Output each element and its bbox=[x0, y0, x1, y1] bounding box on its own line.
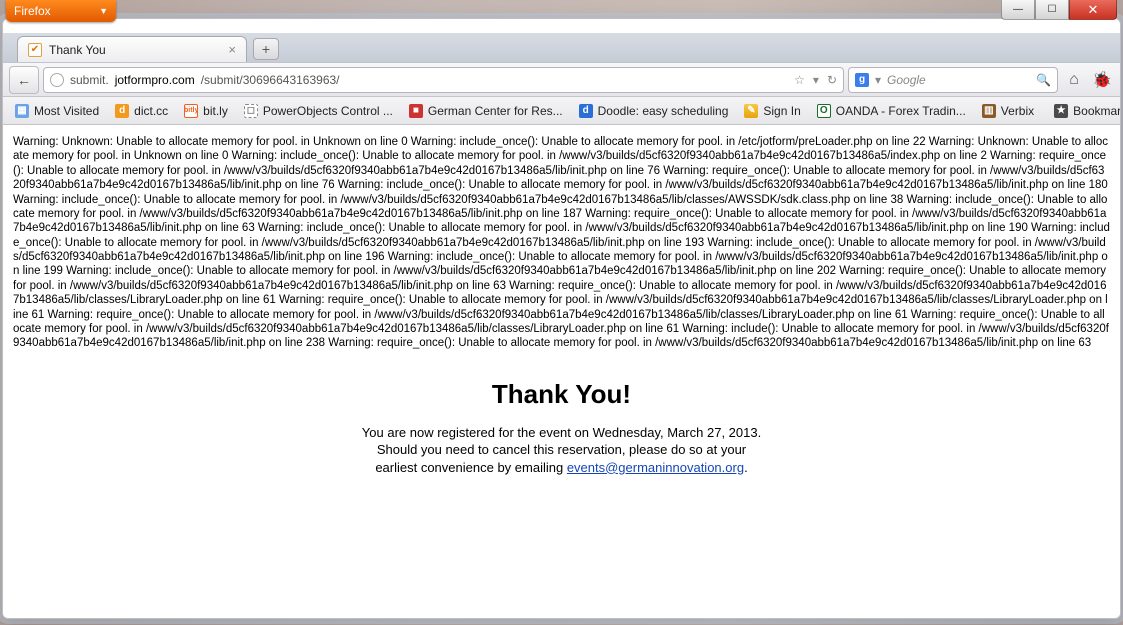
maximize-icon: ☐ bbox=[1048, 4, 1057, 15]
contact-email-link[interactable]: events@germaninnovation.org bbox=[567, 460, 744, 475]
bookmark-label: bit.ly bbox=[203, 104, 228, 118]
globe-icon bbox=[50, 73, 64, 87]
reload-button[interactable]: ↻ bbox=[827, 73, 837, 87]
msg-line-2: Should you need to cancel this reservati… bbox=[377, 442, 746, 457]
bookmark-sign-in[interactable]: ✎ Sign In bbox=[738, 101, 806, 121]
browser-window: ✔ Thank You × + ← submit. jotformpro.com /… bbox=[2, 18, 1121, 619]
home-button[interactable]: ⌂ bbox=[1062, 68, 1086, 92]
titlebar-spacer bbox=[3, 19, 1120, 33]
window-controls: — ☐ ✕ bbox=[1001, 0, 1117, 20]
firefox-menu-label: Firefox bbox=[14, 4, 51, 18]
firefox-menu-button[interactable]: Firefox ▼ bbox=[6, 0, 116, 22]
bookmark-label: PowerObjects Control ... bbox=[263, 104, 393, 118]
tab-favicon: ✔ bbox=[28, 43, 42, 57]
php-warning-text: Warning: Unknown: Unable to allocate mem… bbox=[13, 135, 1110, 351]
back-button[interactable]: ← bbox=[9, 66, 39, 94]
arrow-left-icon: ← bbox=[17, 72, 31, 88]
window-close-button[interactable]: ✕ bbox=[1069, 0, 1117, 20]
url-host: jotformpro.com bbox=[115, 73, 195, 87]
window-maximize-button[interactable]: ☐ bbox=[1035, 0, 1069, 20]
search-engine-dropdown[interactable]: ▾ bbox=[875, 73, 881, 87]
bookmark-label: dict.cc bbox=[134, 104, 168, 118]
plus-icon: + bbox=[262, 41, 270, 57]
bookmark-label: Most Visited bbox=[34, 104, 99, 118]
doodle-icon: d bbox=[579, 104, 593, 118]
bitly-icon: bitly bbox=[184, 104, 198, 118]
url-dropdown-button[interactable]: ▾ bbox=[813, 73, 819, 87]
bookmark-german-center[interactable]: ■ German Center for Res... bbox=[403, 101, 569, 121]
search-submit-button[interactable]: 🔍 bbox=[1036, 73, 1051, 87]
bookmark-most-visited[interactable]: ▦ Most Visited bbox=[9, 101, 105, 121]
url-right-controls: ☆ ▾ ↻ bbox=[794, 73, 837, 87]
msg-line-1: You are now registered for the event on … bbox=[362, 425, 761, 440]
bookmark-bookmarks-menu[interactable]: ★ Bookmarks bbox=[1048, 101, 1120, 121]
bookmark-label: Sign In bbox=[763, 104, 800, 118]
tab-thank-you[interactable]: ✔ Thank You × bbox=[17, 36, 247, 62]
books-icon: ▥ bbox=[982, 104, 996, 118]
pencil-icon: ✎ bbox=[744, 104, 758, 118]
page-content: Warning: Unknown: Unable to allocate mem… bbox=[3, 125, 1120, 618]
minimize-icon: — bbox=[1013, 4, 1023, 15]
bookmark-label: OANDA - Forex Tradin... bbox=[836, 104, 966, 118]
tab-strip: ✔ Thank You × + bbox=[3, 33, 1120, 63]
bookmark-label: Verbix bbox=[1001, 104, 1034, 118]
google-icon: g bbox=[855, 73, 869, 87]
bookmarks-toolbar: ▦ Most Visited d dict.cc bitly bit.ly ◻ Powe… bbox=[3, 97, 1120, 125]
star-icon: ★ bbox=[1054, 104, 1068, 118]
url-path: /submit/30696643163963/ bbox=[201, 73, 340, 87]
bookmark-dictcc[interactable]: d dict.cc bbox=[109, 101, 174, 121]
chevron-down-icon: ▼ bbox=[99, 6, 108, 16]
bookmark-star-button[interactable]: ☆ bbox=[794, 73, 805, 87]
window-minimize-button[interactable]: — bbox=[1001, 0, 1035, 20]
thank-you-section: Thank You! You are now registered for th… bbox=[13, 379, 1110, 477]
bookmark-verbix[interactable]: ▥ Verbix bbox=[976, 101, 1040, 121]
search-placeholder: Google bbox=[887, 73, 926, 87]
tab-title: Thank You bbox=[49, 43, 106, 57]
grid-icon: ▦ bbox=[15, 104, 29, 118]
square-icon: ◻ bbox=[244, 104, 258, 118]
msg-line-3-prefix: earliest convenience by emailing bbox=[375, 460, 567, 475]
thank-you-message: You are now registered for the event on … bbox=[13, 424, 1110, 477]
search-input[interactable]: g ▾ Google 🔍 bbox=[848, 67, 1058, 93]
bookmark-label: Bookmarks bbox=[1073, 104, 1120, 118]
dictcc-icon: d bbox=[115, 104, 129, 118]
new-tab-button[interactable]: + bbox=[253, 38, 279, 60]
bookmark-label: Doodle: easy scheduling bbox=[598, 104, 729, 118]
addon-button[interactable]: 🐞 bbox=[1090, 68, 1114, 92]
bookmark-oanda[interactable]: O OANDA - Forex Tradin... bbox=[811, 101, 972, 121]
tab-close-button[interactable]: × bbox=[228, 42, 236, 57]
url-prefix: submit. bbox=[70, 73, 109, 87]
url-input[interactable]: submit. jotformpro.com/submit/30696643163… bbox=[43, 67, 844, 93]
bookmark-doodle[interactable]: d Doodle: easy scheduling bbox=[573, 101, 735, 121]
oanda-icon: O bbox=[817, 104, 831, 118]
msg-line-3-suffix: . bbox=[744, 460, 748, 475]
navigation-bar: ← submit. jotformpro.com/submit/306966431… bbox=[3, 63, 1120, 97]
bookmark-label: German Center for Res... bbox=[428, 104, 563, 118]
check-icon: ✔ bbox=[31, 44, 39, 55]
square-icon: ■ bbox=[409, 104, 423, 118]
close-icon: ✕ bbox=[1088, 2, 1099, 18]
thank-you-heading: Thank You! bbox=[13, 379, 1110, 410]
bookmark-powerobjects[interactable]: ◻ PowerObjects Control ... bbox=[238, 101, 399, 121]
bookmark-bitly[interactable]: bitly bit.ly bbox=[178, 101, 234, 121]
